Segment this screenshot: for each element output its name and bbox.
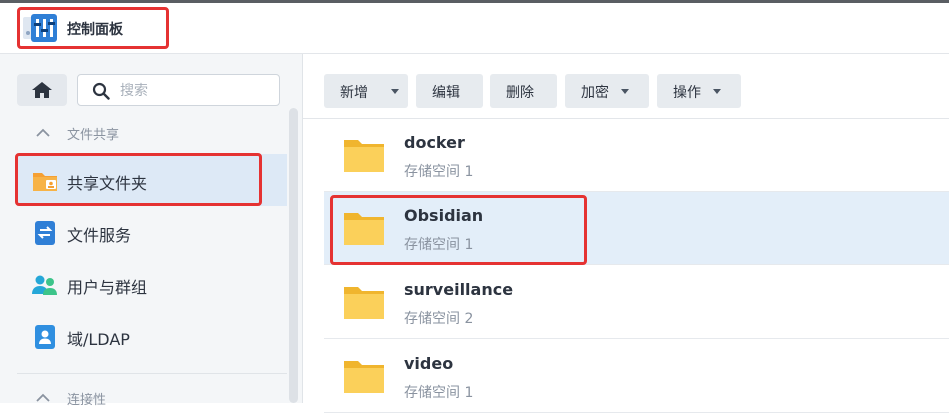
folder-volume: 存储空间 1	[404, 385, 474, 401]
sidebar-item-domain-ldap[interactable]: 域/LDAP	[17, 310, 287, 362]
domain-ldap-icon	[35, 325, 55, 349]
file-services-icon	[35, 221, 55, 245]
folder-name: docker	[404, 133, 465, 152]
home-icon	[32, 82, 52, 98]
sidebar-item-label: 共享文件夹	[67, 174, 148, 193]
folder-volume: 存储空间 1	[404, 237, 474, 253]
add-button[interactable]: 新增	[324, 74, 408, 108]
folder-name: video	[404, 354, 454, 373]
shared-folder-icon	[33, 173, 57, 191]
folder-icon	[344, 287, 384, 319]
search-icon	[92, 82, 110, 100]
section-label: 连接性	[67, 393, 107, 408]
title-bar: 控制面板	[0, 3, 949, 54]
folder-name: surveillance	[404, 280, 514, 299]
chevron-up-icon	[36, 128, 50, 137]
sidebar-item-file-services[interactable]: 文件服务	[17, 206, 287, 258]
folder-row-obsidian[interactable]: Obsidian 存储空间 1	[324, 192, 949, 265]
folder-icon	[344, 213, 384, 245]
sidebar-item-users-groups[interactable]: 用户与群组	[17, 258, 287, 310]
folder-row-video[interactable]: video 存储空间 1	[324, 340, 949, 413]
edit-button[interactable]: 编辑	[416, 74, 483, 108]
caret-down-icon	[713, 89, 721, 94]
users-group-icon	[32, 275, 57, 295]
home-button[interactable]	[17, 74, 67, 106]
sidebar-item-label: 用户与群组	[67, 278, 148, 297]
folder-volume: 存储空间 1	[404, 164, 474, 180]
caret-down-icon	[391, 89, 399, 94]
toolbar: 新增 编辑 删除 加密 操作	[303, 54, 949, 119]
control-panel-icon	[23, 14, 57, 42]
encrypt-button[interactable]: 加密	[565, 74, 649, 108]
folder-volume: 存储空间 2	[404, 311, 474, 327]
delete-button[interactable]: 删除	[490, 74, 557, 108]
sidebar-separator	[17, 373, 287, 374]
folder-icon	[344, 361, 384, 393]
folder-row-surveillance[interactable]: surveillance 存储空间 2	[324, 266, 949, 339]
sidebar-item-shared-folder[interactable]: 共享文件夹	[17, 154, 287, 206]
search-field[interactable]	[77, 74, 280, 106]
app-title: 控制面板	[67, 22, 123, 38]
sidebar-item-label: 文件服务	[67, 226, 132, 245]
sidebar-scrollbar[interactable]	[289, 108, 298, 403]
section-label: 文件共享	[67, 128, 120, 143]
folder-row-docker[interactable]: docker 存储空间 1	[324, 119, 949, 192]
caret-down-icon	[621, 89, 629, 94]
search-input[interactable]	[118, 80, 277, 102]
action-button[interactable]: 操作	[657, 74, 741, 108]
folder-name: Obsidian	[404, 206, 484, 225]
chevron-up-icon	[36, 393, 50, 402]
folder-icon	[344, 140, 384, 172]
sidebar-item-label: 域/LDAP	[67, 330, 130, 349]
